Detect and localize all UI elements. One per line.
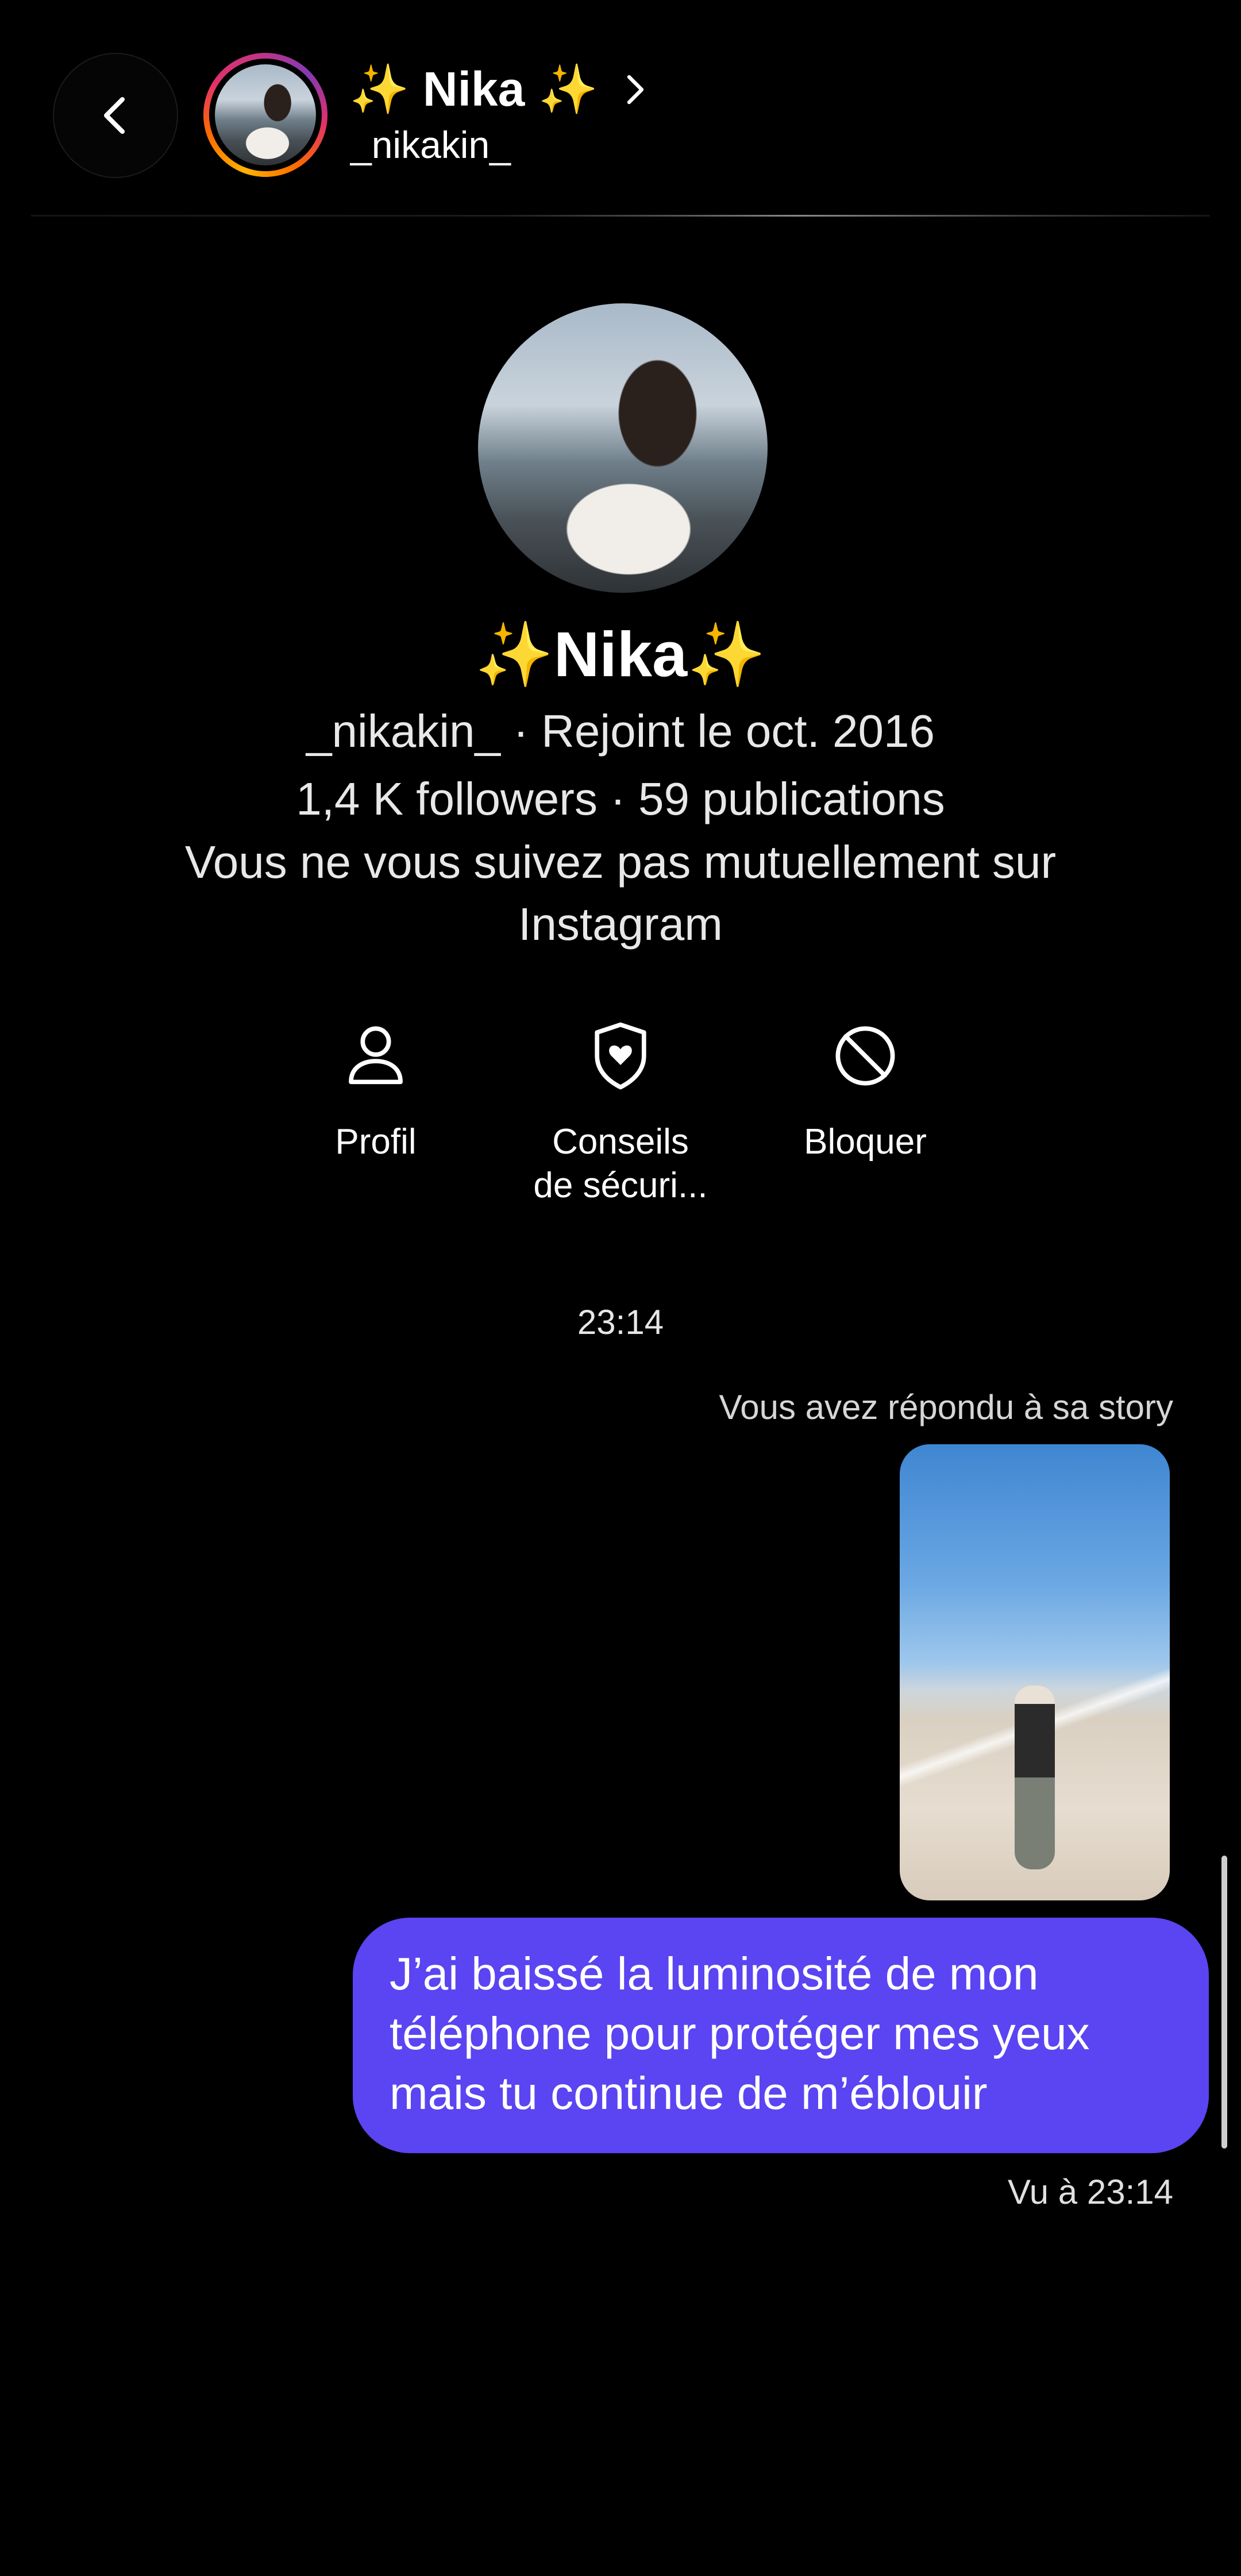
profile-action-label: Profil xyxy=(335,1122,417,1162)
story-preview[interactable] xyxy=(900,1444,1170,1900)
mutual-follow-note-cont: Instagram xyxy=(518,898,723,950)
avatar-photo xyxy=(215,64,316,165)
chevron-left-icon xyxy=(104,97,125,134)
profile-avatar[interactable] xyxy=(478,303,768,593)
profile-handle-joined: _nikakin_ · Rejoint le oct. 2016 xyxy=(306,705,935,757)
shield-heart-icon xyxy=(595,1022,646,1090)
header-divider xyxy=(31,215,1210,217)
seen-status: Vu à 23:14 xyxy=(1007,2173,1173,2211)
message-line-1: J’ai baissé la luminosité de mon xyxy=(390,1948,1039,1999)
chevron-right-icon[interactable] xyxy=(623,72,649,107)
story-reply-note: Vous avez répondu à sa story xyxy=(719,1388,1174,1426)
profile-stats: 1,4 K followers · 59 publications xyxy=(296,773,945,824)
safety-tips-label: Conseils de sécuri... xyxy=(511,1120,730,1208)
story-person xyxy=(1015,1686,1055,1869)
conversation-timestamp: 23:14 xyxy=(577,1303,664,1341)
message-line-2: téléphone pour protéger mes yeux xyxy=(390,2008,1090,2059)
safety-tips-action[interactable]: Conseils de sécuri... xyxy=(511,1017,730,1208)
header-avatar[interactable] xyxy=(203,53,327,177)
back-button[interactable] xyxy=(53,53,178,178)
header-title[interactable]: ✨ Nika ✨ xyxy=(349,57,598,121)
message-bubble[interactable]: J’ai baissé la luminosité de mon télépho… xyxy=(353,1918,1209,2153)
safety-tips-label-line2: de sécuri... xyxy=(533,1166,708,1205)
profile-action[interactable]: Profil xyxy=(267,1017,485,1164)
scrollbar[interactable] xyxy=(1221,1856,1227,2149)
block-action-label: Bloquer xyxy=(804,1122,927,1162)
profile-name: ✨Nika✨ xyxy=(475,619,766,690)
user-icon xyxy=(349,1026,403,1085)
mutual-follow-note: Vous ne vous suivez pas mutuellement sur xyxy=(184,836,1057,888)
header-username: _nikakin_ xyxy=(350,124,511,166)
block-icon xyxy=(835,1026,895,1086)
block-action[interactable]: Bloquer xyxy=(756,1017,974,1164)
safety-tips-label-line1: Conseils xyxy=(552,1122,689,1162)
message-line-3: mais tu continue de m’éblouir xyxy=(390,2068,988,2119)
